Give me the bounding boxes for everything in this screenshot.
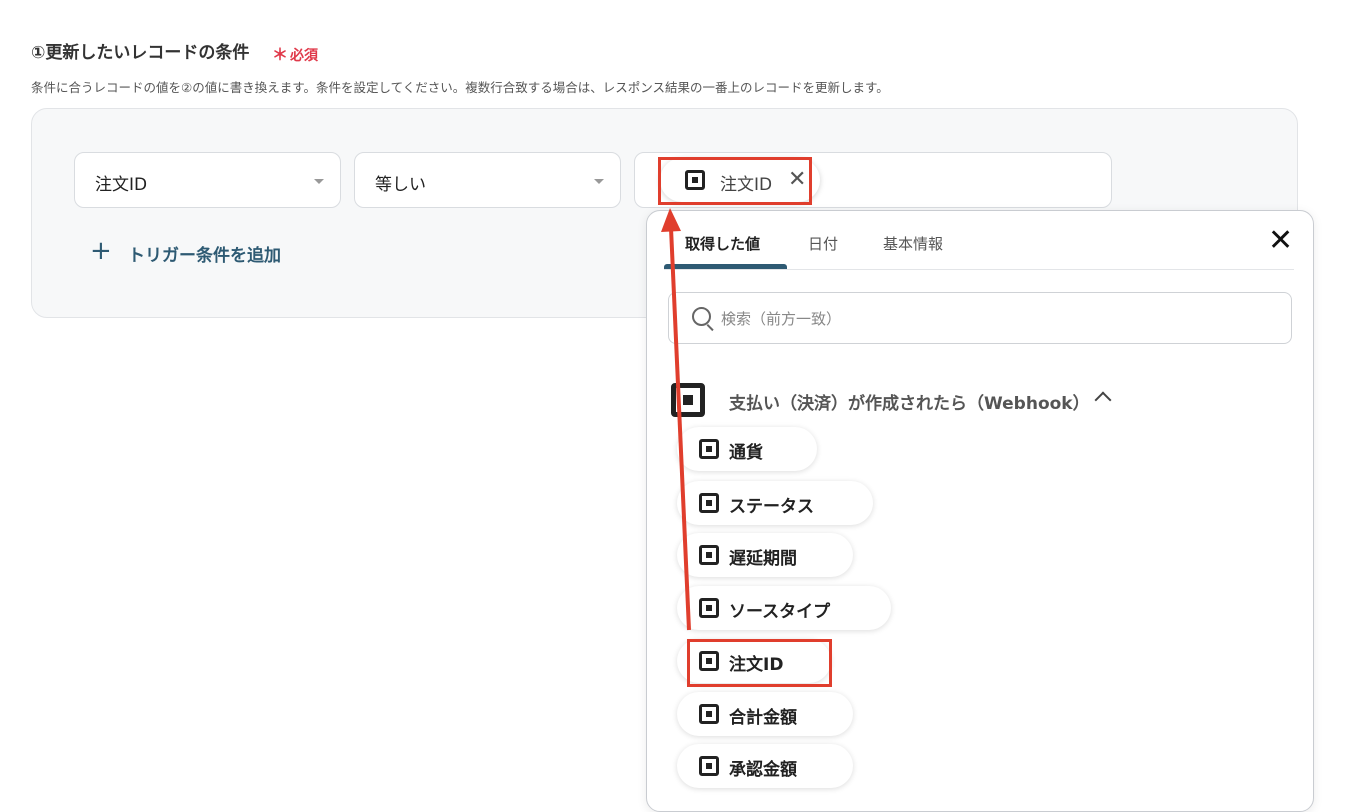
section-title: ①更新したいレコードの条件 — [31, 43, 250, 63]
list-item-label: 承認金額 — [729, 760, 797, 780]
section-description: 条件に合うレコードの値を②の値に書き換えます。条件を設定してください。複数行合致… — [31, 80, 889, 95]
square-app-icon — [671, 383, 705, 417]
tab-basic-info[interactable]: 基本情報 — [883, 233, 943, 254]
square-app-icon — [699, 439, 719, 459]
operator-select[interactable]: 等しい — [354, 152, 621, 208]
close-icon[interactable]: ✕ — [1268, 226, 1293, 256]
highlight-box-chip — [658, 157, 812, 205]
list-item[interactable]: 遅延期間 — [677, 533, 853, 577]
list-item-label: ソースタイプ — [729, 602, 831, 622]
operator-select-value: 等しい — [375, 175, 426, 195]
list-item[interactable]: ソースタイプ — [677, 586, 891, 630]
square-app-icon — [699, 756, 719, 776]
list-item-label: ステータス — [729, 497, 814, 517]
add-trigger-label: トリガー条件を追加 — [128, 246, 281, 266]
value-picker-popup: 取得した値 日付 基本情報 ✕ 支払い（決済）が作成されたら（Webhook） … — [646, 210, 1314, 812]
tab-date[interactable]: 日付 — [808, 233, 838, 254]
required-label: 必須 — [290, 48, 319, 64]
tabs-divider — [664, 269, 1294, 270]
search-input[interactable] — [719, 305, 1263, 333]
field-select[interactable]: 注文ID — [74, 152, 341, 208]
list-item[interactable]: 通貨 — [677, 427, 817, 471]
square-app-icon — [699, 545, 719, 565]
group-title: 支払い（決済）が作成されたら（Webhook） — [729, 394, 1090, 414]
list-item[interactable]: 承認金額 — [677, 744, 853, 788]
search-icon — [692, 307, 711, 326]
square-app-icon — [699, 704, 719, 724]
highlight-box-item — [687, 639, 832, 687]
chevron-up-icon — [1094, 391, 1112, 409]
square-app-icon — [699, 493, 719, 513]
field-select-value: 注文ID — [95, 175, 148, 195]
chevron-down-icon — [594, 179, 604, 184]
square-app-icon — [699, 598, 719, 618]
plus-icon: + — [90, 236, 112, 266]
list-item-label: 遅延期間 — [729, 549, 797, 569]
list-item[interactable]: ステータス — [677, 481, 873, 525]
search-field[interactable] — [668, 292, 1292, 344]
required-badge: ＊必須 — [272, 45, 319, 64]
list-item-label: 通貨 — [729, 443, 763, 463]
list-item-label: 合計金額 — [729, 708, 797, 728]
tab-fetched-values[interactable]: 取得した値 — [685, 233, 760, 254]
list-item[interactable]: 合計金額 — [677, 692, 853, 736]
chevron-down-icon — [314, 179, 324, 184]
